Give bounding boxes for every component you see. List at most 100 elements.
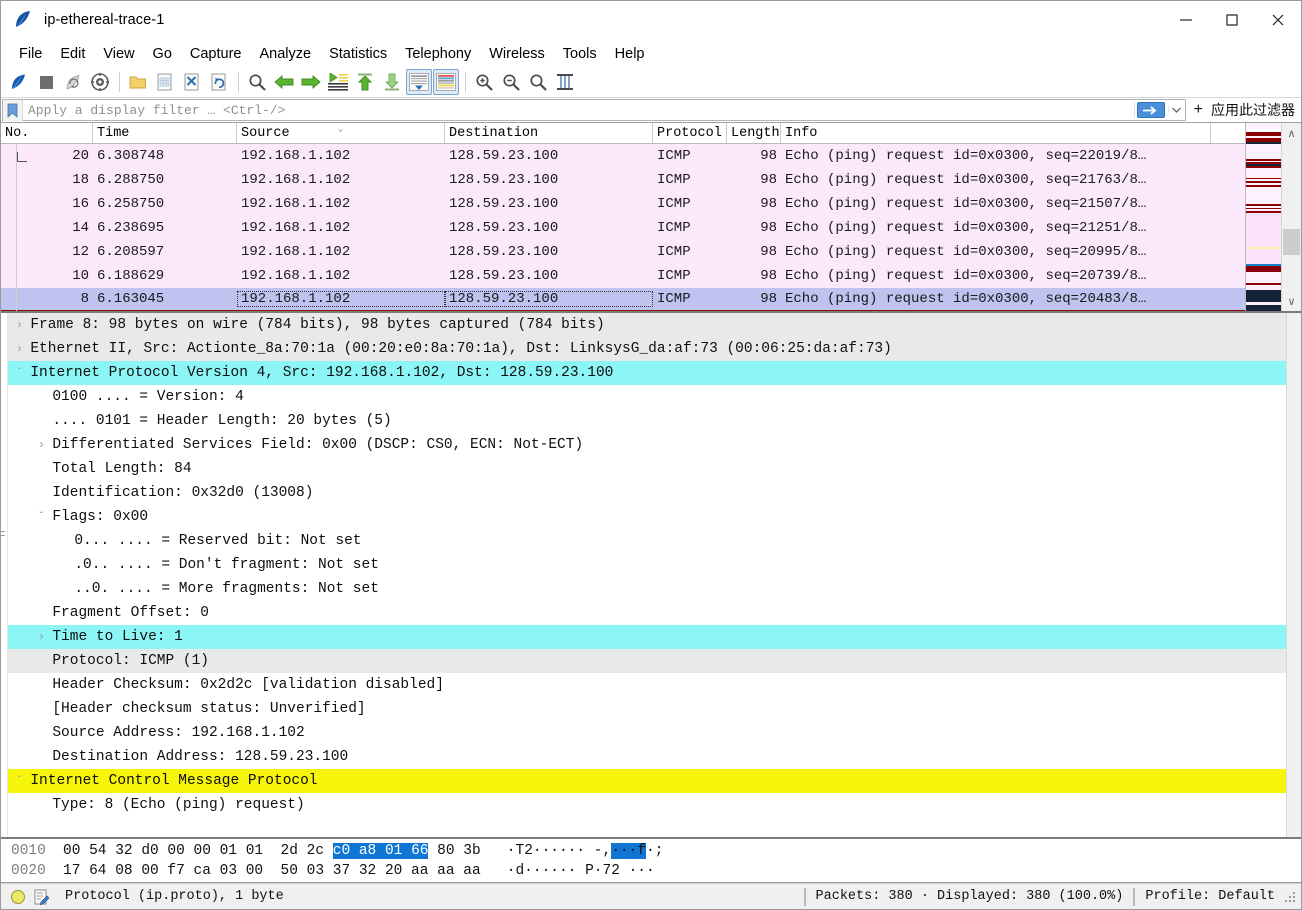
detail-tree-row[interactable]: 0100 .... = Version: 4 — [8, 385, 1286, 409]
chevron-down-icon[interactable]: ˇ — [30, 510, 52, 524]
restart-capture-icon[interactable] — [60, 69, 86, 95]
status-profile[interactable]: Profile: Default — [1145, 889, 1275, 904]
display-filter-input[interactable]: Apply a display filter … <Ctrl-/> — [2, 99, 1186, 121]
detail-tree-row[interactable]: Identification: 0x32d0 (13008) — [8, 481, 1286, 505]
column-header-label: Source — [241, 125, 290, 141]
menu-item-capture[interactable]: Capture — [181, 44, 251, 64]
expert-info-yellow-icon[interactable] — [11, 889, 25, 904]
reload-file-icon[interactable] — [206, 69, 232, 95]
colorize-packets-icon[interactable] — [433, 69, 459, 95]
detail-tree-row[interactable]: Protocol: ICMP (1) — [8, 649, 1287, 673]
apply-filter-button[interactable] — [1133, 102, 1168, 118]
detail-tree-row[interactable]: ˇ Flags: 0x00 — [8, 505, 1286, 529]
resize-columns-icon[interactable] — [552, 69, 578, 95]
scrollbar-thumb[interactable] — [1283, 228, 1300, 256]
packet-list-vertical-scrollbar[interactable]: ∧ ∨ — [1281, 123, 1301, 311]
column-header-len[interactable]: Length — [727, 123, 781, 143]
packet-bytes-pane[interactable]: 0010 00 54 32 d0 00 00 01 01 2d 2c c0 a8 … — [1, 839, 1301, 883]
menu-item-wireless[interactable]: Wireless — [480, 44, 554, 64]
column-header-time[interactable]: Time — [93, 123, 237, 143]
packet-row[interactable]: 18 6.288750 192.168.1.102 128.59.23.100 ICMP… — [1, 168, 1301, 192]
detail-tree-row[interactable]: › Frame 8: 98 bytes on wire (784 bits), 9… — [8, 313, 1287, 337]
column-header-info[interactable]: Info — [781, 123, 1211, 143]
column-header-src[interactable]: Source ⌄ — [237, 123, 445, 143]
chevron-down-icon[interactable]: ˇ — [8, 774, 30, 788]
packet-details-pane[interactable]: › Frame 8: 98 bytes on wire (784 bits), 9… — [1, 313, 1301, 839]
chevron-down-icon[interactable]: ˇ — [8, 366, 30, 380]
menu-item-statistics[interactable]: Statistics — [320, 44, 396, 64]
details-tree[interactable]: › Frame 8: 98 bytes on wire (784 bits), 9… — [8, 313, 1287, 837]
scroll-up-arrow-icon[interactable]: ∧ — [1287, 123, 1295, 143]
packet-row[interactable]: 16 6.258750 192.168.1.102 128.59.23.100 ICMP… — [1, 192, 1301, 216]
scrollbar-track[interactable] — [1282, 143, 1301, 291]
menu-item-edit[interactable]: Edit — [51, 44, 94, 64]
detail-tree-row[interactable]: Source Address: 192.168.1.102 — [8, 721, 1286, 745]
detail-tree-row[interactable]: Fragment Offset: 0 — [8, 601, 1286, 625]
hex-dump-row[interactable]: 0010 00 54 32 d0 00 00 01 01 2d 2c c0 a8 … — [1, 841, 1301, 861]
detail-tree-row[interactable]: ..0. .... = More fragments: Not set — [8, 577, 1286, 601]
apply-this-filter-label[interactable]: 应用此过滤器 — [1211, 98, 1301, 122]
open-file-icon[interactable] — [125, 69, 151, 95]
save-file-icon[interactable] — [152, 69, 178, 95]
go-to-packet-icon[interactable] — [325, 69, 351, 95]
resize-grip-icon[interactable] — [1283, 890, 1297, 904]
go-last-packet-icon[interactable] — [379, 69, 405, 95]
chevron-right-icon[interactable]: › — [8, 318, 30, 332]
packet-row[interactable]: 12 6.208597 192.168.1.102 128.59.23.100 ICMP… — [1, 240, 1301, 264]
add-filter-button-button[interactable]: + — [1185, 98, 1211, 122]
menu-item-tools[interactable]: Tools — [554, 44, 606, 64]
column-header-proto[interactable]: Protocol — [653, 123, 727, 143]
maximize-button[interactable] — [1209, 1, 1255, 40]
detail-tree-row[interactable]: 0... .... = Reserved bit: Not set — [8, 529, 1286, 553]
detail-tree-row[interactable]: Header Checksum: 0x2d2c [validation disa… — [8, 673, 1286, 697]
zoom-out-icon[interactable] — [498, 69, 524, 95]
filter-bookmark-icon[interactable] — [3, 99, 23, 121]
detail-tree-row[interactable]: Type: 8 (Echo (ping) request) — [8, 793, 1286, 817]
minimize-button[interactable] — [1163, 1, 1209, 40]
packet-row[interactable]: 20 6.308748 192.168.1.102 128.59.23.100 ICMP… — [1, 144, 1301, 168]
go-back-icon[interactable] — [271, 69, 297, 95]
normal-size-icon[interactable] — [525, 69, 551, 95]
detail-tree-row[interactable]: Destination Address: 128.59.23.100 — [8, 745, 1286, 769]
detail-tree-row[interactable]: .... 0101 = Header Length: 20 bytes (5) — [8, 409, 1286, 433]
menu-item-go[interactable]: Go — [144, 44, 181, 64]
detail-tree-row[interactable]: › Time to Live: 1 — [8, 625, 1287, 649]
detail-tree-row[interactable]: › Ethernet II, Src: Actionte_8a:70:1a (00… — [8, 337, 1287, 361]
menu-item-telephony[interactable]: Telephony — [396, 44, 480, 64]
scroll-down-arrow-icon[interactable]: ∨ — [1287, 291, 1295, 311]
capture-options-icon[interactable] — [87, 69, 113, 95]
detail-tree-row[interactable]: › Differentiated Services Field: 0x00 (DS… — [8, 433, 1286, 457]
detail-tree-row[interactable]: .0.. .... = Don't fragment: Not set — [8, 553, 1286, 577]
menu-item-view[interactable]: View — [94, 44, 143, 64]
packet-list-body[interactable]: 20 6.308748 192.168.1.102 128.59.23.100 ICMP… — [1, 144, 1301, 311]
detail-tree-row[interactable]: [Header checksum status: Unverified] — [8, 697, 1286, 721]
close-file-icon[interactable] — [179, 69, 205, 95]
capture-file-comment-icon[interactable] — [34, 889, 50, 905]
find-packet-icon[interactable] — [244, 69, 270, 95]
close-button[interactable] — [1255, 1, 1301, 40]
stop-capture-icon[interactable] — [33, 69, 59, 95]
zoom-in-icon[interactable] — [471, 69, 497, 95]
start-capture-icon[interactable] — [6, 69, 32, 95]
detail-tree-row[interactable]: ˇ Internet Protocol Version 4, Src: 192.1… — [8, 361, 1287, 385]
auto-scroll-icon[interactable] — [406, 69, 432, 95]
menu-item-file[interactable]: File — [10, 44, 51, 64]
hex-dump-row[interactable]: 0020 17 64 08 00 f7 ca 03 00 50 03 37 32 … — [1, 861, 1301, 881]
chevron-right-icon[interactable]: › — [30, 630, 52, 644]
chevron-right-icon[interactable]: › — [8, 342, 30, 356]
packet-row[interactable]: 14 6.238695 192.168.1.102 128.59.23.100 ICMP… — [1, 216, 1301, 240]
packet-row[interactable]: 8 6.163045 192.168.1.102 128.59.23.100 ICMP 9… — [1, 152, 1301, 311]
filter-history-dropdown[interactable] — [1167, 107, 1185, 113]
detail-tree-row[interactable]: Total Length: 84 — [8, 457, 1286, 481]
menu-item-help[interactable]: Help — [606, 44, 654, 64]
column-header-dst[interactable]: Destination — [445, 123, 653, 143]
go-forward-icon[interactable] — [298, 69, 324, 95]
details-vertical-scrollbar[interactable] — [1286, 313, 1301, 837]
menu-item-analyze[interactable]: Analyze — [250, 44, 320, 64]
packet-row[interactable]: 10 6.188629 192.168.1.102 128.59.23.100 ICMP… — [1, 264, 1301, 288]
column-header-no[interactable]: No. — [1, 123, 93, 143]
chevron-right-icon[interactable]: › — [30, 438, 52, 452]
intelligent-scrollbar-minimap[interactable] — [1245, 123, 1281, 311]
detail-tree-row[interactable]: ˇ Internet Control Message Protocol — [8, 769, 1287, 793]
go-first-packet-icon[interactable] — [352, 69, 378, 95]
